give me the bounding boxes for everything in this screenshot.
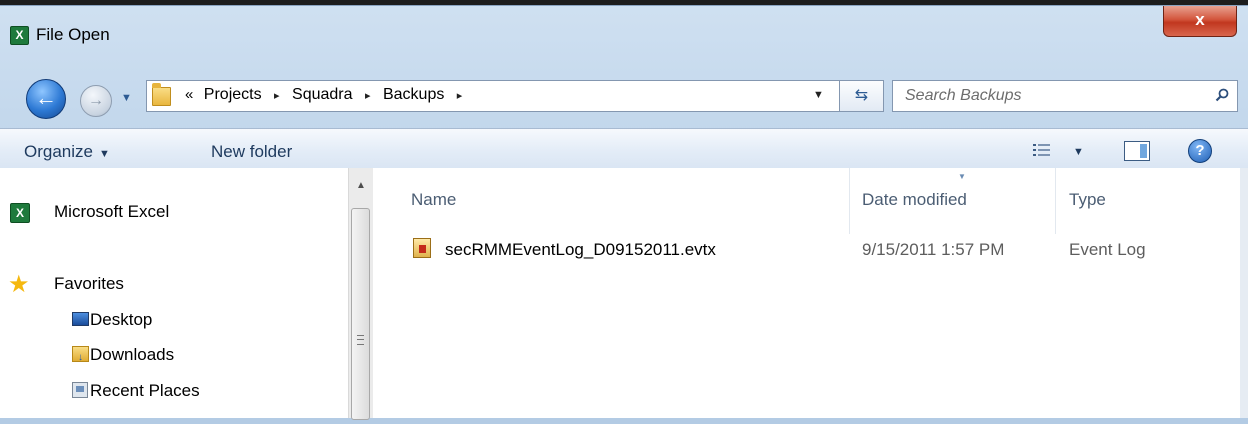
address-dropdown-icon[interactable]: ▼ (813, 89, 824, 101)
help-button[interactable]: ? (1188, 139, 1212, 163)
scroll-up-arrow-icon[interactable]: ▲ (356, 180, 366, 191)
breadcrumb-projects[interactable]: Projects (204, 86, 262, 103)
excel-icon: X (10, 26, 29, 45)
new-folder-button[interactable]: New folder (211, 142, 292, 162)
file-date-modified: 9/15/2011 1:57 PM (862, 240, 1005, 259)
desktop-icon (72, 312, 89, 326)
column-divider[interactable] (849, 168, 850, 234)
star-icon: ★ (8, 271, 30, 298)
search-input[interactable] (893, 81, 1193, 111)
file-name[interactable]: secRMMEventLog_D09152011.evtx (445, 240, 716, 260)
forward-button[interactable]: → (80, 85, 112, 117)
nav-item-label: Microsoft Excel (54, 202, 170, 221)
refresh-button[interactable]: ⇆ (840, 80, 884, 112)
close-button[interactable]: x (1163, 6, 1237, 37)
column-header-type[interactable]: Type (1069, 190, 1106, 210)
column-header-name[interactable]: Name (411, 190, 456, 210)
recent-locations-chevron-icon[interactable]: ▼ (121, 92, 132, 104)
nav-item-label: Recent Places (90, 381, 200, 400)
chevron-down-icon: ▼ (98, 148, 110, 160)
nav-item-label: Desktop (90, 310, 153, 329)
search-icon[interactable] (1215, 88, 1229, 102)
search-box[interactable] (892, 80, 1238, 112)
nav-pane-scrollbar[interactable]: ▲ (348, 168, 373, 420)
breadcrumb-backups[interactable]: Backups (383, 86, 444, 103)
change-view-icon[interactable] (1032, 142, 1052, 158)
breadcrumb: « Projects ▸ Squadra ▸ Backups ▸ (185, 86, 470, 104)
address-bar[interactable]: « Projects ▸ Squadra ▸ Backups ▸ ▼ (146, 80, 840, 112)
title-bar: X File Open x (0, 6, 1248, 62)
nav-item-favorites[interactable]: ★ Favorites (8, 271, 124, 298)
window-title: File Open (36, 25, 110, 44)
refresh-icon: ⇆ (854, 87, 869, 104)
file-type: Event Log (1069, 240, 1146, 259)
breadcrumb-squadra[interactable]: Squadra (292, 86, 353, 103)
breadcrumb-separator-icon[interactable]: ▸ (365, 90, 371, 102)
nav-item-label: Favorites (54, 274, 124, 293)
folder-icon (152, 83, 171, 106)
grip-icon (357, 335, 364, 345)
downloads-folder-icon: ↓ (72, 346, 89, 363)
recent-places-icon (72, 382, 88, 398)
breadcrumb-separator-icon[interactable]: ▸ (274, 90, 280, 102)
breadcrumb-separator-icon[interactable]: ▸ (457, 90, 463, 102)
event-log-icon (413, 238, 431, 258)
column-header-date-modified[interactable]: Date modified (862, 190, 967, 210)
navigation-pane: X Microsoft Excel ★ Favorites Desktop ↓ … (8, 168, 348, 418)
nav-item-recent-places[interactable]: Recent Places (72, 381, 200, 401)
excel-icon: X (10, 203, 30, 223)
sort-indicator-icon: ▼ (958, 172, 966, 181)
nav-item-downloads[interactable]: ↓ Downloads (72, 345, 175, 365)
column-divider[interactable] (1055, 168, 1056, 234)
breadcrumb-overflow[interactable]: « (185, 86, 193, 103)
view-options-chevron-icon[interactable]: ▼ (1073, 146, 1084, 158)
file-list: ▼ Name Date modified Type secRMMEventLog… (373, 168, 1248, 418)
nav-item-label: Downloads (90, 345, 175, 364)
dialog-content: X Microsoft Excel ★ Favorites Desktop ↓ … (0, 168, 1248, 420)
organize-button[interactable]: Organize ▼ (24, 142, 110, 162)
back-button[interactable]: ← (26, 79, 66, 119)
nav-item-desktop[interactable]: Desktop (72, 310, 153, 330)
preview-pane-icon[interactable] (1124, 141, 1150, 161)
window-frame (1240, 168, 1248, 418)
scrollbar-thumb[interactable] (351, 208, 370, 420)
nav-item-microsoft-excel[interactable]: X Microsoft Excel (10, 202, 170, 223)
organize-label: Organize (24, 142, 93, 161)
